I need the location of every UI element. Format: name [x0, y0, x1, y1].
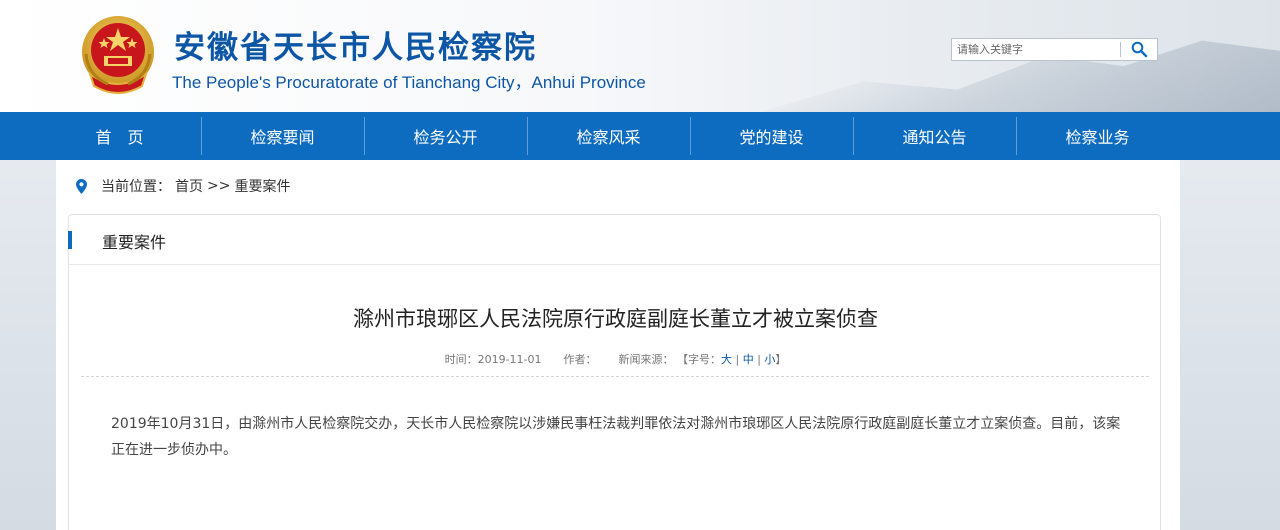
nav-item-procuratorial-business[interactable]: 检察业务: [1016, 112, 1179, 160]
nav-item-procuratorate-news[interactable]: 检察要闻: [201, 112, 364, 160]
font-size-separator: |: [753, 353, 765, 366]
article-time: 时间：2019-11-01: [444, 353, 542, 366]
article-meta: 时间：2019-11-01 作者： 新闻来源： 【字号：大 | 中 | 小】: [69, 351, 1162, 367]
main-nav: 首 页 检察要闻 检务公开 检察风采 党的建设 通知公告 检察业务: [0, 112, 1280, 160]
nav-item-affairs-disclosure[interactable]: 检务公开: [364, 112, 527, 160]
font-size-prefix: 【字号：: [677, 353, 722, 366]
location-pin-icon: [76, 178, 87, 194]
font-size-suffix: 】: [775, 353, 787, 366]
breadcrumb: 当前位置： 首页 >> 重要案件: [76, 176, 294, 196]
section-accent-bar: [68, 231, 72, 249]
site-subtitle: The People's Procuratorate of Tianchang …: [172, 73, 646, 92]
font-size-small-link[interactable]: 小: [764, 353, 775, 366]
nav-item-procuratorate-style[interactable]: 检察风采: [527, 112, 690, 160]
search-icon: [1131, 41, 1147, 58]
font-size-medium-link[interactable]: 中: [743, 353, 754, 366]
search-box: [951, 38, 1158, 61]
breadcrumb-current-link[interactable]: 重要案件: [234, 176, 290, 196]
search-input[interactable]: [952, 39, 1120, 60]
article-author: 作者：: [563, 353, 597, 366]
section-header: 重要案件: [68, 215, 1160, 265]
procuratorate-emblem-icon[interactable]: [80, 14, 156, 94]
article-card: 重要案件 滁州市琅琊区人民法院原行政庭副庭长董立才被立案侦查 时间：2019-1…: [68, 214, 1161, 530]
meta-divider: [81, 376, 1149, 377]
breadcrumb-home-link[interactable]: 首页: [175, 176, 203, 196]
header: 安徽省天长市人民检察院 The People's Procuratorate o…: [0, 0, 1280, 112]
search-button[interactable]: [1121, 39, 1157, 60]
article-body: 2019年10月31日，由滁州市人民检察院交办，天长市人民检察院以涉嫌民事枉法裁…: [111, 416, 1121, 458]
nav-item-home[interactable]: 首 页: [38, 112, 201, 160]
article-title: 滁州市琅琊区人民法院原行政庭副庭长董立才被立案侦查: [353, 307, 878, 331]
font-size-large-link[interactable]: 大: [721, 353, 732, 366]
nav-item-notices[interactable]: 通知公告: [853, 112, 1016, 160]
section-title: 重要案件: [102, 233, 167, 252]
breadcrumb-prefix: 当前位置：: [101, 179, 171, 195]
mountain-background: [760, 40, 1280, 112]
font-size-separator: |: [732, 353, 743, 366]
nav-item-party-building[interactable]: 党的建设: [690, 112, 853, 160]
site-title: 安徽省天长市人民检察院: [174, 30, 537, 66]
breadcrumb-separator: >>: [207, 178, 231, 194]
article-source: 新闻来源：: [618, 353, 674, 366]
